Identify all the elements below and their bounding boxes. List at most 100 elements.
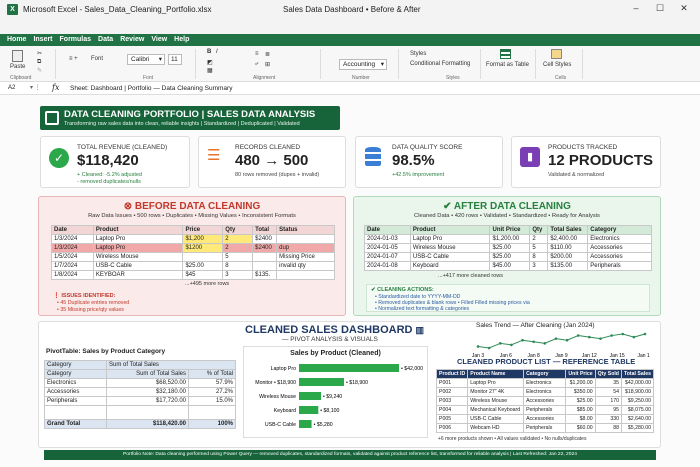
table-cell[interactable]: Laptop Pro [409, 234, 491, 244]
table-cell[interactable]: $25.00 [565, 396, 596, 406]
table-cell[interactable]: Electronics [44, 378, 107, 388]
paste-icon[interactable] [12, 50, 23, 62]
table-cell[interactable]: 3 [529, 261, 549, 271]
table-cell[interactable]: Electronics [587, 234, 652, 244]
table-cell[interactable]: 95 [594, 405, 622, 415]
table-cell[interactable]: 1/3/2024 [51, 234, 94, 244]
minimize-icon[interactable]: – [628, 3, 644, 17]
table-cell[interactable]: P001 [435, 378, 469, 388]
table-cell[interactable]: $2400 [252, 234, 278, 244]
table-cell[interactable]: 2024-01-07 [364, 252, 411, 262]
font-name-dropdown[interactable]: Calibri ▾ [127, 54, 165, 65]
italic-icon[interactable]: I [216, 49, 218, 55]
table-cell[interactable]: Mechanical Keyboard [467, 405, 525, 415]
font-size-dropdown[interactable]: 11 [168, 54, 182, 65]
table-cell[interactable]: USB-C Cable [92, 261, 184, 271]
format-as-table-button[interactable]: Format as Table [486, 62, 529, 68]
table-cell[interactable]: 170 [594, 396, 622, 406]
table-cell[interactable]: 8 [529, 252, 549, 262]
table-cell[interactable]: Laptop Pro [92, 234, 184, 244]
table-cell[interactable]: Wireless Mouse [92, 252, 184, 262]
cell-styles-button[interactable]: Cell Styles [543, 62, 571, 68]
fill-color-icon[interactable]: ◩ [207, 59, 213, 66]
table-cell[interactable]: P006 [435, 423, 469, 433]
table-cell[interactable] [276, 234, 335, 244]
table-cell[interactable]: $135.00 [547, 261, 589, 271]
table-cell[interactable]: Accessories [523, 414, 567, 424]
table-cell[interactable]: P005 [435, 414, 469, 424]
table-cell[interactable]: Wireless Mouse [467, 396, 525, 406]
table-cell[interactable]: invalid qty [276, 261, 335, 271]
table-cell[interactable]: $350.00 [565, 387, 596, 397]
table-cell[interactable]: $45.00 [489, 261, 531, 271]
table-cell[interactable]: Grand Total [44, 419, 107, 429]
merge-icon[interactable]: ⊞ [265, 61, 270, 68]
table-cell[interactable]: P003 [435, 396, 469, 406]
table-cell[interactable]: 15.0% [188, 396, 236, 406]
table-cell[interactable]: $5,280.00 [620, 423, 655, 433]
table-cell[interactable]: $25.00 [182, 261, 224, 271]
table-cell[interactable]: 100% [188, 419, 236, 429]
tab-help[interactable]: Help [174, 34, 189, 46]
table-cell[interactable]: Electronics [523, 387, 567, 397]
table-cell[interactable]: Monitor 27" 4K [467, 387, 525, 397]
table-cell[interactable]: Peripherals [523, 405, 567, 415]
table-cell[interactable]: $2400 [252, 243, 278, 253]
table-cell[interactable]: $135. [252, 270, 278, 280]
table-cell[interactable]: $17,720.00 [106, 396, 189, 406]
table-cell[interactable]: $1200 [182, 243, 224, 253]
close-icon[interactable]: ✕ [676, 3, 692, 17]
table-cell[interactable]: Laptop Pro [92, 243, 184, 253]
tab-review[interactable]: Review [120, 34, 144, 46]
table-cell[interactable]: P002 [435, 387, 469, 397]
table-cell[interactable]: $25.00 [489, 252, 531, 262]
tab-data[interactable]: Data [98, 34, 113, 46]
table-cell[interactable]: Webcam HD [467, 423, 525, 433]
format-painter-icon[interactable]: ✎ [37, 67, 42, 74]
table-cell[interactable]: 1/8/2024 [51, 270, 94, 280]
table-cell[interactable]: $2,640.00 [620, 414, 655, 424]
table-cell[interactable]: $1,200 [182, 234, 224, 244]
tab-insert[interactable]: Insert [33, 34, 52, 46]
table-cell[interactable]: 35 [594, 378, 622, 388]
table-cell[interactable]: Laptop Pro [467, 378, 525, 388]
table-cell[interactable]: Peripherals [587, 261, 652, 271]
table-cell[interactable]: 8 [222, 261, 254, 271]
table-cell[interactable]: 2024-01-08 [364, 261, 411, 271]
table-cell[interactable]: $25.00 [489, 243, 531, 253]
align-left-icon[interactable]: ≡ [255, 51, 259, 57]
table-cell[interactable]: $8.00 [565, 414, 596, 424]
table-cell[interactable]: $68,520.00 [106, 378, 189, 388]
table-cell[interactable]: 330 [594, 414, 622, 424]
table-cell[interactable]: Accessories [587, 252, 652, 262]
table-cell[interactable]: $60.00 [565, 423, 596, 433]
table-cell[interactable]: Accessories [44, 387, 107, 397]
table-cell[interactable]: 5 [529, 243, 549, 253]
table-cell[interactable]: $42,000.00 [620, 378, 655, 388]
table-cell[interactable]: $9,250.00 [620, 396, 655, 406]
table-cell[interactable]: $118,420.00 [106, 419, 189, 429]
table-cell[interactable]: Peripherals [44, 396, 107, 406]
table-cell[interactable]: Accessories [523, 396, 567, 406]
function-icon[interactable]: fx [52, 83, 59, 92]
table-cell[interactable]: P004 [435, 405, 469, 415]
table-cell[interactable]: 2 [222, 243, 254, 253]
format-table-icon[interactable] [500, 49, 511, 59]
borders-icon[interactable]: ▦ [207, 67, 213, 74]
tab-home[interactable]: Home [7, 34, 26, 46]
number-format-dropdown[interactable]: Accounting ▾ [339, 59, 387, 70]
table-cell[interactable]: Electronics [523, 378, 567, 388]
table-cell[interactable]: Missing Price [276, 252, 335, 262]
table-cell[interactable]: 3 [222, 270, 254, 280]
table-cell[interactable]: 54 [594, 387, 622, 397]
table-cell[interactable]: 88 [594, 423, 622, 433]
tab-view[interactable]: View [151, 34, 167, 46]
table-cell[interactable]: USB-C Cable [409, 252, 491, 262]
table-cell[interactable] [182, 252, 224, 262]
tab-formulas[interactable]: Formulas [60, 34, 92, 46]
bold-icon[interactable]: B [207, 49, 211, 55]
table-cell[interactable]: $32,180.00 [106, 387, 189, 397]
maximize-icon[interactable]: ☐ [652, 3, 668, 17]
table-cell[interactable]: $85.00 [565, 405, 596, 415]
table-cell[interactable] [276, 270, 335, 280]
